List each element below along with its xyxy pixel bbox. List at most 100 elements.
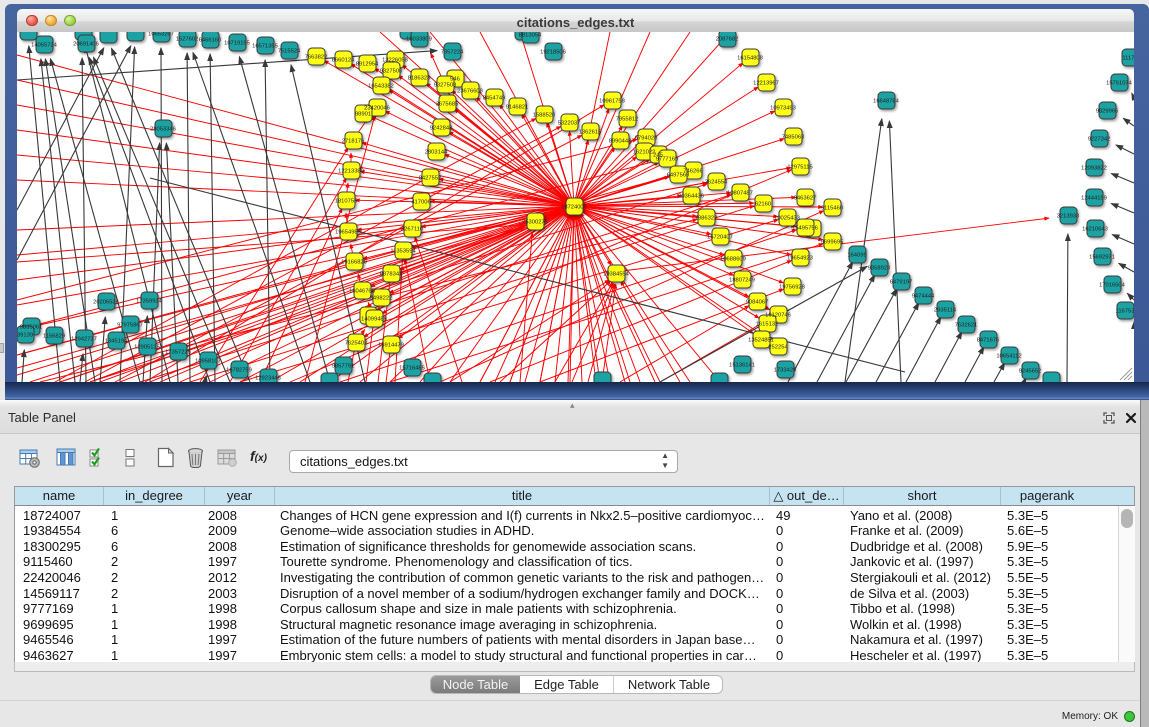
svg-text:7357224: 7357224 <box>441 50 464 56</box>
svg-text:2087682: 2087682 <box>716 37 739 43</box>
svg-text:2803144: 2803144 <box>425 150 448 156</box>
svg-text:8427552: 8427552 <box>419 176 442 182</box>
svg-text:8912954: 8912954 <box>356 62 379 68</box>
svg-text:12975115: 12975115 <box>787 165 812 171</box>
svg-text:13226058: 13226058 <box>382 58 408 64</box>
svg-text:20206536: 20206536 <box>93 300 119 306</box>
svg-text:1362615: 1362615 <box>579 130 602 136</box>
svg-text:7625402: 7625402 <box>345 341 368 347</box>
svg-text:23676608: 23676608 <box>457 89 483 95</box>
svg-text:9146821: 9146821 <box>506 105 529 111</box>
svg-text:9857791: 9857791 <box>332 364 355 370</box>
svg-text:17359924: 17359924 <box>136 299 163 305</box>
svg-text:14055724: 14055724 <box>31 43 58 49</box>
svg-text:17016504: 17016504 <box>1099 283 1126 289</box>
svg-text:8813054: 8813054 <box>519 33 542 39</box>
svg-text:10688609: 10688609 <box>720 257 746 263</box>
svg-text:116753: 116753 <box>1116 309 1134 315</box>
svg-text:6794028: 6794028 <box>635 136 658 142</box>
svg-text:16210643: 16210643 <box>1082 227 1108 233</box>
svg-text:19218506: 19218506 <box>540 50 566 56</box>
svg-text:11172: 11172 <box>1122 56 1134 62</box>
svg-text:1615132: 1615132 <box>756 322 779 328</box>
svg-text:3213933: 3213933 <box>1057 214 1080 220</box>
svg-text:98901: 98901 <box>355 112 371 118</box>
svg-text:10025433: 10025433 <box>774 216 800 222</box>
svg-text:9463627: 9463627 <box>794 196 817 202</box>
svg-text:12444159: 12444159 <box>1081 196 1107 202</box>
svg-text:2718176: 2718176 <box>342 139 365 145</box>
svg-text:16033809: 16033809 <box>406 37 432 43</box>
svg-text:1810755: 1810755 <box>335 199 358 205</box>
svg-text:8990448: 8990448 <box>609 139 632 145</box>
svg-text:7485063: 7485063 <box>782 135 805 141</box>
svg-text:10719155: 10719155 <box>224 41 250 47</box>
svg-text:62160: 62160 <box>755 202 771 208</box>
svg-text:5498222: 5498222 <box>370 296 393 302</box>
svg-text:8471676: 8471676 <box>977 338 1000 344</box>
svg-text:15136141: 15136141 <box>729 363 755 369</box>
svg-text:1156829: 1156829 <box>43 334 65 340</box>
svg-text:9327506: 9327506 <box>380 69 403 75</box>
svg-text:9227342: 9227342 <box>1088 137 1111 143</box>
svg-text:16914479: 16914479 <box>378 343 404 349</box>
svg-text:12093822: 12093822 <box>1081 166 1107 172</box>
svg-text:7663822: 7663822 <box>305 55 328 61</box>
svg-text:10807487: 10807487 <box>727 191 753 197</box>
svg-text:9084067: 9084067 <box>746 300 769 306</box>
svg-text:9699695: 9699695 <box>821 240 844 246</box>
svg-text:10958107: 10958107 <box>195 359 221 365</box>
svg-text:25300275: 25300275 <box>522 220 548 226</box>
svg-text:39139: 39139 <box>17 333 33 339</box>
svg-text:18724007: 18724007 <box>561 205 587 211</box>
svg-text:15720407: 15720407 <box>707 235 733 241</box>
svg-text:9115460: 9115460 <box>821 206 843 212</box>
svg-text:8454749: 8454749 <box>483 96 506 102</box>
svg-text:417006: 417006 <box>411 200 430 206</box>
svg-text:6466160: 6466160 <box>199 38 222 44</box>
svg-text:164095: 164095 <box>847 253 866 259</box>
svg-text:19654985: 19654985 <box>335 230 361 236</box>
svg-text:3267110: 3267110 <box>401 227 423 233</box>
svg-text:12923448: 12923448 <box>255 376 281 382</box>
svg-text:19654923: 19654923 <box>787 256 813 262</box>
svg-text:10961758: 10961758 <box>599 99 625 105</box>
svg-text:7955812: 7955812 <box>616 117 639 123</box>
svg-text:28053346: 28053346 <box>150 127 176 133</box>
svg-text:9242848: 9242848 <box>430 126 453 132</box>
svg-text:6497568: 6497568 <box>667 173 690 179</box>
svg-text:1733426: 1733426 <box>774 368 797 374</box>
svg-text:19384554: 19384554 <box>603 272 630 278</box>
svg-text:7986322: 7986322 <box>695 216 718 222</box>
svg-text:97975867: 97975867 <box>117 323 143 329</box>
svg-text:10654112: 10654112 <box>996 354 1021 360</box>
svg-text:12213389: 12213389 <box>338 169 364 175</box>
svg-text:16543382: 16543382 <box>368 84 394 90</box>
svg-text:8660124: 8660124 <box>332 58 355 64</box>
svg-text:9474444: 9474444 <box>912 294 935 300</box>
svg-text:16648784: 16648784 <box>873 99 900 105</box>
svg-text:16571355: 16571355 <box>252 44 278 50</box>
svg-text:9358923: 9358923 <box>868 266 891 272</box>
svg-text:3624554: 3624554 <box>705 180 728 186</box>
svg-text:12213967: 12213967 <box>753 81 779 87</box>
svg-text:20691406: 20691406 <box>73 42 99 48</box>
svg-text:20364436: 20364436 <box>678 194 704 200</box>
svg-text:15692971: 15692971 <box>1089 255 1115 261</box>
svg-text:14099489: 14099489 <box>361 317 387 323</box>
svg-text:9835061: 9835061 <box>20 325 43 331</box>
svg-text:7515524: 7515524 <box>278 49 301 55</box>
svg-text:15716485: 15716485 <box>399 366 425 372</box>
svg-text:19166829: 19166829 <box>341 260 367 266</box>
svg-text:16120746: 16120746 <box>765 313 791 319</box>
svg-text:9245652: 9245652 <box>1019 369 1042 375</box>
svg-text:1588520: 1588520 <box>533 113 556 119</box>
svg-text:1345194: 1345194 <box>105 339 128 345</box>
svg-text:16782759: 16782759 <box>226 368 252 374</box>
svg-text:16154808: 16154808 <box>737 56 763 62</box>
svg-text:7632621: 7632621 <box>955 323 978 329</box>
svg-text:9327508: 9327508 <box>434 83 457 89</box>
svg-text:13524851: 13524851 <box>748 338 774 344</box>
svg-text:12942737: 12942737 <box>71 337 97 343</box>
svg-text:8186323: 8186323 <box>408 76 431 82</box>
